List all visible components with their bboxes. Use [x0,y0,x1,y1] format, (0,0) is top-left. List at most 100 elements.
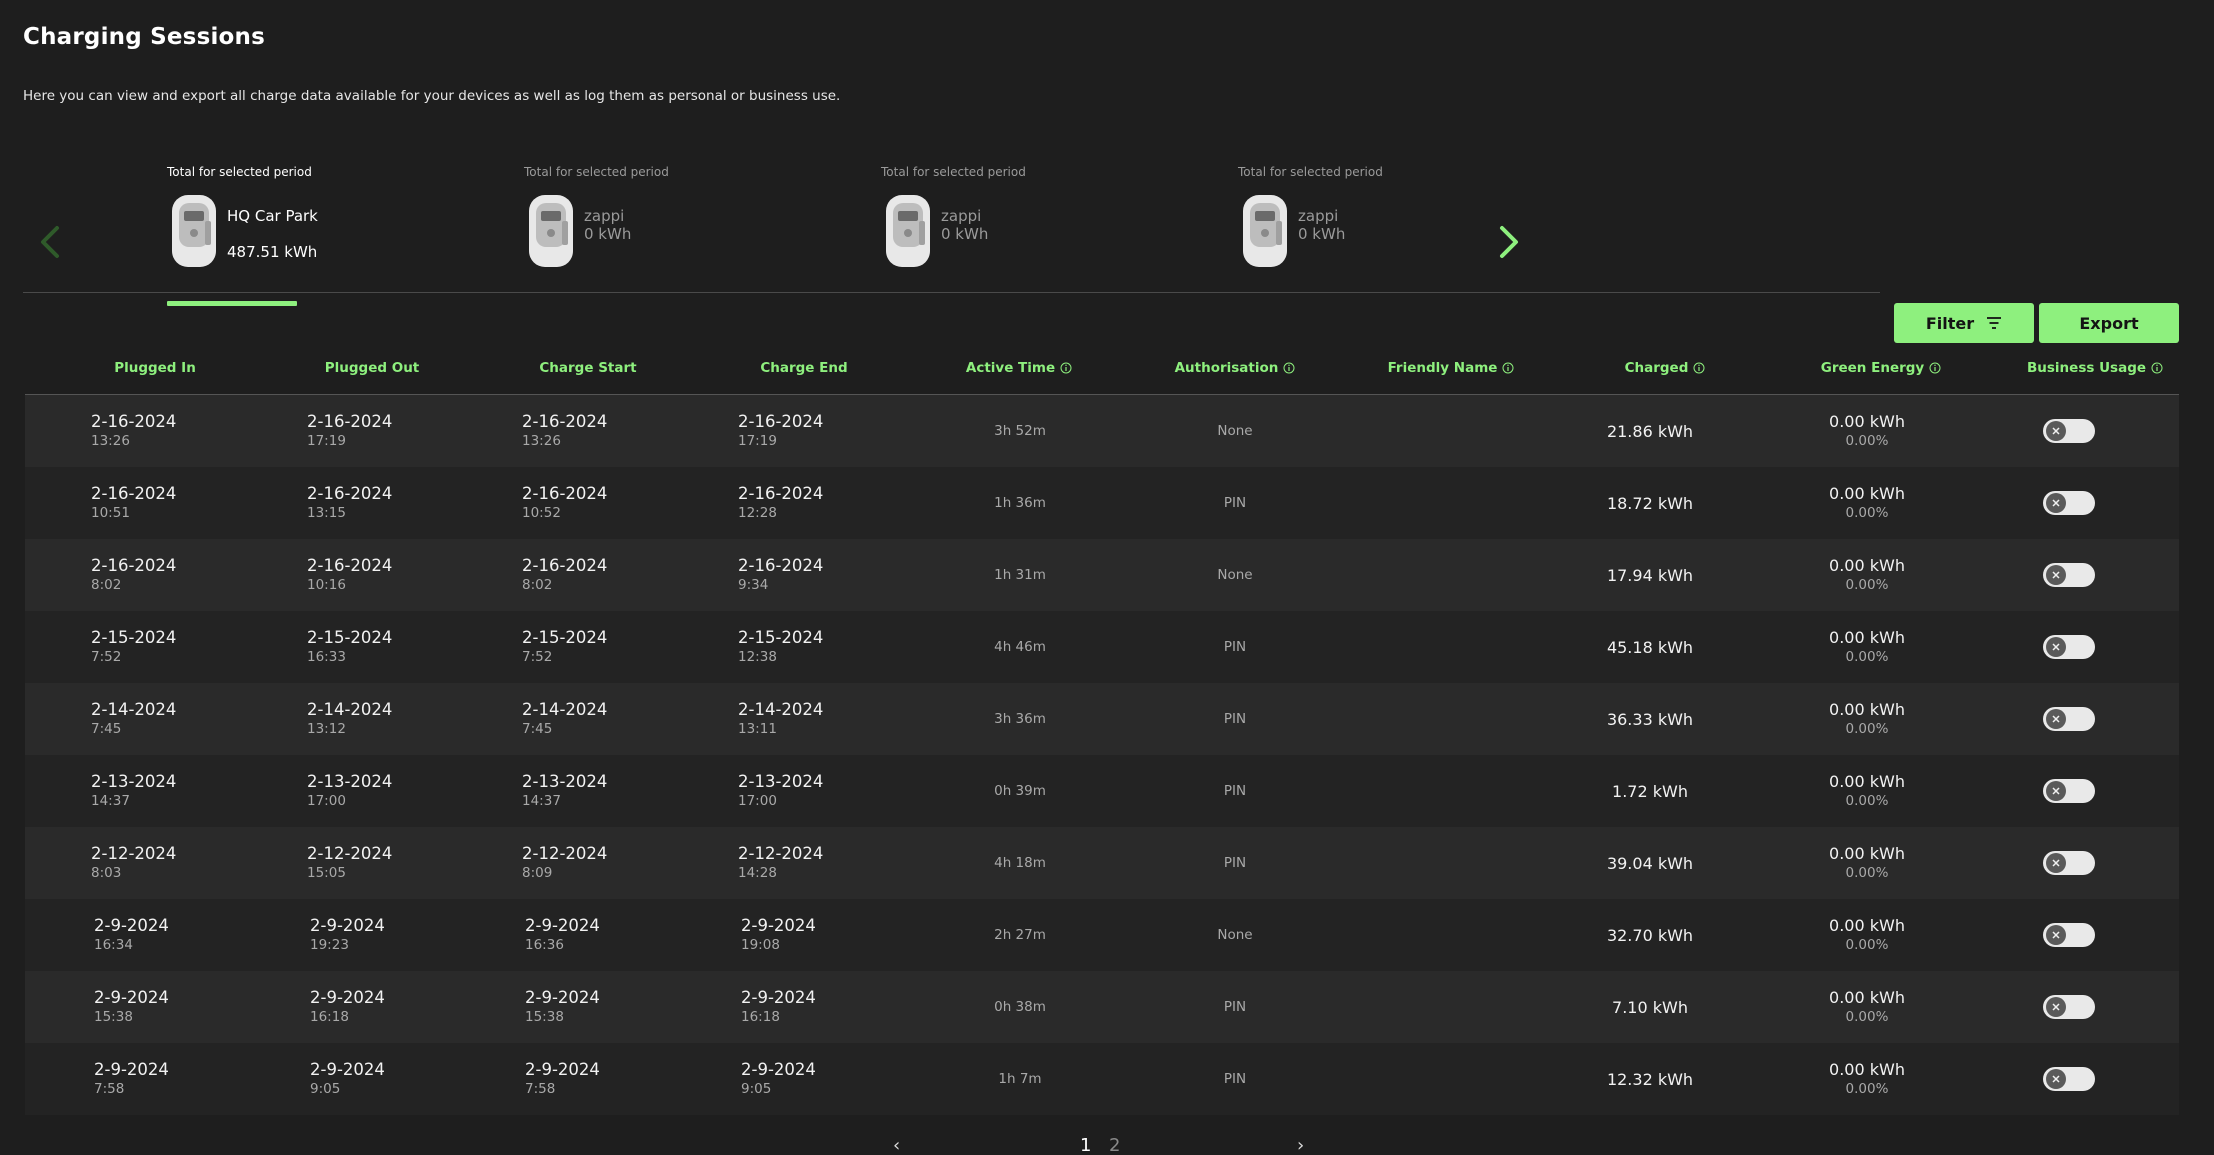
toggle-knob [2046,997,2066,1017]
authorisation-value: None [1217,423,1253,439]
authorisation-value: PIN [1223,783,1247,799]
pagination-page-1[interactable]: 1 [1080,1135,1091,1155]
green-energy-percent: 0.00% [1845,865,1889,881]
device-name: HQ Car Park [227,207,318,225]
info-circle-icon[interactable] [1502,362,1514,374]
active-time-cell: 0h 38m [930,971,1110,1043]
business-usage-toggle[interactable] [2043,416,2095,446]
business-usage-toggle[interactable] [2043,1064,2095,1094]
charged-cell: 1.72 kWh [1550,755,1750,827]
pagination-page-2[interactable]: 2 [1109,1135,1120,1155]
column-header-plugged-in[interactable]: Plugged In [60,355,250,381]
green-energy-percent: 0.00% [1845,793,1889,809]
info-circle-icon[interactable] [2151,362,2163,374]
green-energy-cell: 0.00 kWh 0.00% [1767,467,1967,539]
column-header-business-usage[interactable]: Business Usage [1985,355,2205,381]
time-text: 9:05 [741,1081,772,1097]
column-header-charge-start[interactable]: Charge Start [493,355,683,381]
charged-cell: 18.72 kWh [1550,467,1750,539]
time-text: 19:08 [741,937,780,953]
friendly-name-cell [1361,467,1541,539]
column-header-label: Plugged Out [324,360,420,376]
carousel-prev-button[interactable] [31,220,71,264]
table-row: 2-16-2024 8:02 2-16-2024 10:16 2-16-2024 8:02… [25,539,2179,611]
active-time-cell: 4h 18m [930,827,1110,899]
column-header-label: Authorisation [1174,360,1279,376]
table-row: 2-9-2024 7:58 2-9-2024 9:05 2-9-2024 7:58 2-9-… [25,1043,2179,1115]
time-text: 8:02 [91,577,122,593]
charge-start-cell: 2-16-2024 10:52 [522,467,607,539]
time-text: 15:38 [94,1009,133,1025]
business-usage-toggle[interactable] [2043,920,2095,950]
column-header-label: Green Energy [1820,360,1925,376]
charged-cell: 39.04 kWh [1550,827,1750,899]
pagination-prev-button[interactable]: ‹ [893,1135,900,1155]
info-circle-icon[interactable] [1929,362,1941,374]
info-circle-icon[interactable] [1060,362,1072,374]
green-energy-kwh: 0.00 kWh [1829,772,1905,791]
charge-start-cell: 2-16-2024 8:02 [522,539,607,611]
column-header-green-energy[interactable]: Green Energy [1771,355,1991,381]
business-usage-toggle[interactable] [2043,776,2095,806]
charge-end-cell: 2-9-2024 9:05 [741,1043,816,1115]
column-header-charged[interactable]: Charged [1555,355,1775,381]
date-text: 2-16-2024 [738,484,824,503]
green-energy-percent: 0.00% [1845,721,1889,737]
green-energy-percent: 0.00% [1845,649,1889,665]
filter-button[interactable]: Filter [1894,303,2034,343]
zappi-charger-icon [169,193,219,269]
date-text: 2-13-2024 [91,772,177,791]
device-card-hq-car-park[interactable]: Total for selected period HQ Car Park 48… [167,165,467,306]
time-text: 17:00 [738,793,777,809]
column-header-plugged-out[interactable]: Plugged Out [277,355,467,381]
carousel-next-button[interactable] [1488,220,1528,264]
date-text: 2-16-2024 [91,556,177,575]
charged-value: 18.72 kWh [1606,493,1694,513]
info-circle-icon[interactable] [1693,362,1705,374]
column-header-friendly-name[interactable]: Friendly Name [1341,355,1561,381]
business-usage-toggle[interactable] [2043,704,2095,734]
business-usage-toggle[interactable] [2043,992,2095,1022]
green-energy-cell: 0.00 kWh 0.00% [1767,827,1967,899]
friendly-name-cell [1361,611,1541,683]
business-usage-toggle[interactable] [2043,632,2095,662]
charged-cell: 45.18 kWh [1550,611,1750,683]
table-row: 2-13-2024 14:37 2-13-2024 17:00 2-13-2024 14:… [25,755,2179,827]
plugged-out-cell: 2-16-2024 13:15 [307,467,392,539]
close-icon [2052,787,2060,795]
table-row: 2-9-2024 16:34 2-9-2024 19:23 2-9-2024 16:36 2… [25,899,2179,971]
device-card-zappi[interactable]: Total for selected period zappi 0 kWh [524,165,824,293]
business-usage-toggle[interactable] [2043,488,2095,518]
business-usage-toggle[interactable] [2043,848,2095,878]
device-card-zappi[interactable]: Total for selected period zappi 0 kWh [881,165,1181,293]
green-energy-kwh: 0.00 kWh [1829,628,1905,647]
column-header-active-time[interactable]: Active Time [909,355,1129,381]
green-energy-percent: 0.00% [1845,433,1889,449]
friendly-name-cell [1361,539,1541,611]
active-time-value: 2h 27m [994,927,1046,943]
plugged-in-cell: 2-9-2024 7:58 [94,1043,169,1115]
close-icon [2052,1075,2060,1083]
plugged-out-cell: 2-9-2024 9:05 [310,1043,385,1115]
close-icon [2052,715,2060,723]
info-circle-icon[interactable] [1283,362,1295,374]
column-header-authorisation[interactable]: Authorisation [1125,355,1345,381]
device-total: 0 kWh [1298,225,1346,243]
date-text: 2-16-2024 [307,484,393,503]
table-row: 2-16-2024 10:51 2-16-2024 13:15 2-16-2024 10:… [25,467,2179,539]
date-text: 2-12-2024 [522,844,608,863]
pagination-next-button[interactable]: › [1297,1135,1304,1155]
business-usage-toggle[interactable] [2043,560,2095,590]
column-header-charge-end[interactable]: Charge End [709,355,899,381]
plugged-out-cell: 2-9-2024 16:18 [310,971,385,1043]
green-energy-cell: 0.00 kWh 0.00% [1767,1043,1967,1115]
time-text: 9:05 [310,1081,341,1097]
table-row: 2-12-2024 8:03 2-12-2024 15:05 2-12-2024 8:09… [25,827,2179,899]
authorisation-cell: PIN [1145,1043,1325,1115]
authorisation-value: PIN [1223,639,1247,655]
time-text: 17:00 [307,793,346,809]
date-text: 2-16-2024 [91,484,177,503]
toggle-knob [2046,709,2066,729]
authorisation-value: PIN [1223,711,1247,727]
export-button[interactable]: Export [2039,303,2179,343]
